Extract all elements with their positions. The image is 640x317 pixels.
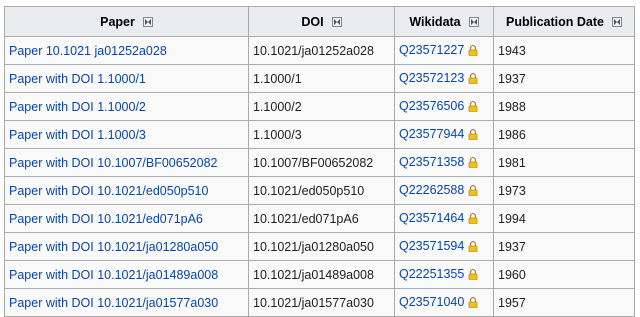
wikidata-link[interactable]: Q23572123 bbox=[399, 71, 464, 85]
paper-cell: Paper with DOI 1.1000/3 bbox=[4, 120, 249, 149]
publication-date-cell: 1937 bbox=[493, 232, 635, 261]
publication-date-cell: 1988 bbox=[493, 92, 635, 121]
table-body: Paper 10.1021 ja01252a028 10.1021/ja01252… bbox=[4, 36, 635, 317]
paper-cell: Paper with DOI 10.1021/ja01280a050 bbox=[4, 232, 249, 261]
paper-link[interactable]: Paper with DOI 1.1000/1 bbox=[9, 72, 146, 86]
publication-date-cell: 1937 bbox=[493, 64, 635, 93]
doi-cell: 10.1021/ja01280a050 bbox=[248, 232, 395, 261]
publication-date-cell: 1960 bbox=[493, 260, 635, 289]
wikidata-link[interactable]: Q22262588 bbox=[399, 183, 464, 197]
padlock-icon bbox=[468, 296, 478, 311]
wikidata-link[interactable]: Q23571594 bbox=[399, 239, 464, 253]
publication-date-cell: 1973 bbox=[493, 176, 635, 205]
sort-icon[interactable] bbox=[611, 16, 622, 27]
table-row: Paper with DOI 1.1000/3 1.1000/3 Q23577944… bbox=[4, 120, 635, 149]
column-header-label: Publication Date bbox=[506, 14, 604, 29]
table-row: Paper with DOI 10.1021/ja01280a050 10.102… bbox=[4, 232, 635, 261]
column-header-label: Paper bbox=[100, 14, 135, 29]
padlock-icon bbox=[468, 184, 478, 199]
wikidata-link[interactable]: Q23571358 bbox=[399, 155, 464, 169]
doi-cell: 10.1021/ja01577a030 bbox=[248, 288, 395, 317]
wikidata-link[interactable]: Q22251355 bbox=[399, 267, 464, 281]
doi-cell: 10.1007/BF00652082 bbox=[248, 148, 395, 177]
table-row: Paper with DOI 1.1000/1 1.1000/1 Q23572123… bbox=[4, 64, 635, 93]
publication-date-cell: 1943 bbox=[493, 36, 635, 65]
padlock-icon bbox=[468, 44, 478, 59]
wikidata-cell: Q23571227 bbox=[394, 36, 494, 65]
wikidata-cell: Q23571594 bbox=[394, 232, 494, 261]
padlock-icon bbox=[468, 268, 478, 283]
wikidata-link[interactable]: Q23571040 bbox=[399, 295, 464, 309]
wikidata-cell: Q23571464 bbox=[394, 204, 494, 233]
column-header-label: Wikidata bbox=[409, 14, 461, 29]
papers-table: Paper DOI Wikidata Publication Date Pape… bbox=[4, 6, 635, 317]
padlock-icon bbox=[468, 100, 478, 115]
paper-link[interactable]: Paper with DOI 1.1000/3 bbox=[9, 128, 146, 142]
padlock-icon bbox=[468, 240, 478, 255]
paper-link[interactable]: Paper with DOI 10.1021/ja01577a030 bbox=[9, 296, 218, 310]
paper-link[interactable]: Paper with DOI 1.1000/2 bbox=[9, 100, 146, 114]
wikidata-cell: Q23576506 bbox=[394, 92, 494, 121]
table-row: Paper with DOI 10.1021/ed071pA6 10.1021/e… bbox=[4, 204, 635, 233]
column-header-label: DOI bbox=[301, 14, 324, 29]
doi-cell: 1.1000/3 bbox=[248, 120, 395, 149]
paper-cell: Paper with DOI 10.1021/ja01577a030 bbox=[4, 288, 249, 317]
wikidata-cell: Q23577944 bbox=[394, 120, 494, 149]
table-row: Paper with DOI 1.1000/2 1.1000/2 Q23576506… bbox=[4, 92, 635, 121]
doi-cell: 10.1021/ja01252a028 bbox=[248, 36, 395, 65]
paper-link[interactable]: Paper with DOI 10.1021/ed050p510 bbox=[9, 184, 208, 198]
padlock-icon bbox=[468, 72, 478, 87]
padlock-icon bbox=[468, 156, 478, 171]
table-row: Paper 10.1021 ja01252a028 10.1021/ja01252… bbox=[4, 36, 635, 65]
padlock-icon bbox=[468, 128, 478, 143]
doi-cell: 1.1000/1 bbox=[248, 64, 395, 93]
paper-link[interactable]: Paper 10.1021 ja01252a028 bbox=[9, 44, 167, 58]
sort-icon[interactable] bbox=[331, 16, 342, 27]
publication-date-cell: 1986 bbox=[493, 120, 635, 149]
padlock-icon bbox=[468, 212, 478, 227]
sort-icon[interactable] bbox=[142, 16, 153, 27]
paper-cell: Paper with DOI 10.1007/BF00652082 bbox=[4, 148, 249, 177]
paper-link[interactable]: Paper with DOI 10.1007/BF00652082 bbox=[9, 156, 217, 170]
column-header-paper[interactable]: Paper bbox=[4, 6, 249, 37]
publication-date-cell: 1981 bbox=[493, 148, 635, 177]
wikidata-cell: Q23571040 bbox=[394, 288, 494, 317]
paper-cell: Paper with DOI 1.1000/1 bbox=[4, 64, 249, 93]
publication-date-cell: 1994 bbox=[493, 204, 635, 233]
table-header-row: Paper DOI Wikidata Publication Date bbox=[4, 6, 635, 37]
paper-link[interactable]: Paper with DOI 10.1021/ja01489a008 bbox=[9, 268, 218, 282]
wikidata-cell: Q23572123 bbox=[394, 64, 494, 93]
wikidata-cell: Q22251355 bbox=[394, 260, 494, 289]
column-header-publication-date[interactable]: Publication Date bbox=[493, 6, 635, 37]
paper-cell: Paper 10.1021 ja01252a028 bbox=[4, 36, 249, 65]
paper-cell: Paper with DOI 10.1021/ed050p510 bbox=[4, 176, 249, 205]
sort-icon[interactable] bbox=[468, 16, 479, 27]
wikidata-link[interactable]: Q23571464 bbox=[399, 211, 464, 225]
wikidata-link[interactable]: Q23571227 bbox=[399, 43, 464, 57]
column-header-doi[interactable]: DOI bbox=[248, 6, 395, 37]
table-row: Paper with DOI 10.1007/BF00652082 10.1007… bbox=[4, 148, 635, 177]
paper-cell: Paper with DOI 10.1021/ja01489a008 bbox=[4, 260, 249, 289]
page: Paper DOI Wikidata Publication Date Pape… bbox=[0, 0, 640, 317]
table-row: Paper with DOI 10.1021/ed050p510 10.1021/… bbox=[4, 176, 635, 205]
paper-cell: Paper with DOI 10.1021/ed071pA6 bbox=[4, 204, 249, 233]
table-row: Paper with DOI 10.1021/ja01489a008 10.102… bbox=[4, 260, 635, 289]
wikidata-cell: Q22262588 bbox=[394, 176, 494, 205]
doi-cell: 10.1021/ed071pA6 bbox=[248, 204, 395, 233]
doi-cell: 1.1000/2 bbox=[248, 92, 395, 121]
paper-link[interactable]: Paper with DOI 10.1021/ja01280a050 bbox=[9, 240, 218, 254]
paper-cell: Paper with DOI 1.1000/2 bbox=[4, 92, 249, 121]
paper-link[interactable]: Paper with DOI 10.1021/ed071pA6 bbox=[9, 212, 203, 226]
publication-date-cell: 1957 bbox=[493, 288, 635, 317]
wikidata-cell: Q23571358 bbox=[394, 148, 494, 177]
doi-cell: 10.1021/ja01489a008 bbox=[248, 260, 395, 289]
table-row: Paper with DOI 10.1021/ja01577a030 10.102… bbox=[4, 288, 635, 317]
column-header-wikidata[interactable]: Wikidata bbox=[394, 6, 494, 37]
wikidata-link[interactable]: Q23577944 bbox=[399, 127, 464, 141]
doi-cell: 10.1021/ed050p510 bbox=[248, 176, 395, 205]
wikidata-link[interactable]: Q23576506 bbox=[399, 99, 464, 113]
